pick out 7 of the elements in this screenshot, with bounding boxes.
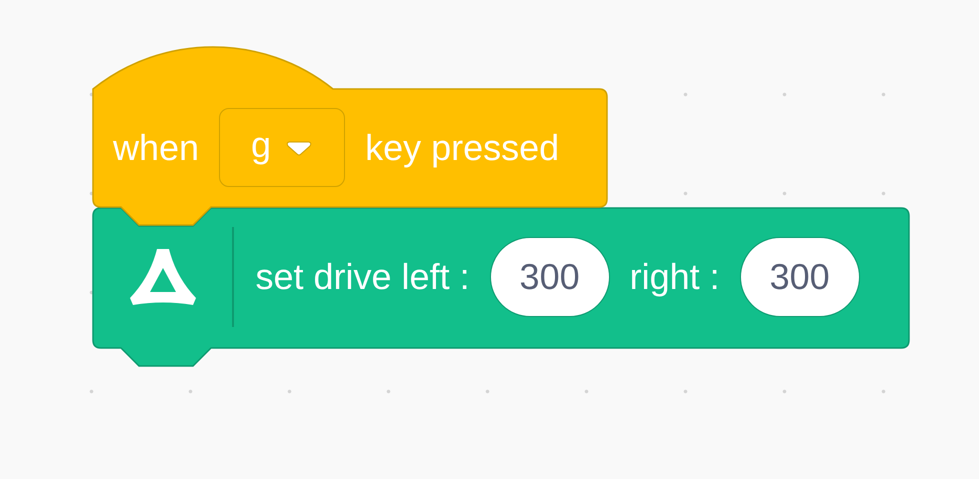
- triangle-icon: [128, 247, 198, 307]
- block-label: set drive left :: [256, 256, 470, 298]
- block-label: when: [113, 126, 200, 168]
- block-label: right :: [630, 256, 720, 298]
- command-block[interactable]: set drive left : 300 right : 300: [92, 207, 910, 368]
- block-label: key pressed: [365, 126, 560, 168]
- caret-icon: [285, 138, 314, 156]
